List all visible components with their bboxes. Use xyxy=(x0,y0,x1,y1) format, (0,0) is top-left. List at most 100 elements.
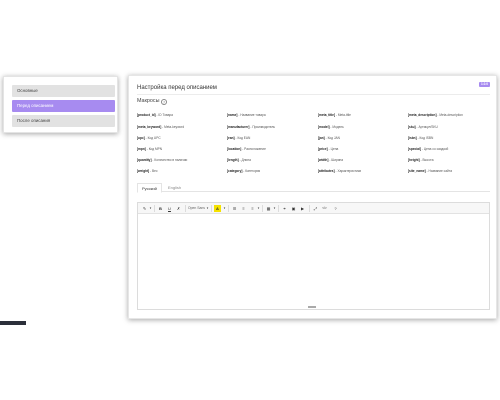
macro-code[interactable]: [site_name] xyxy=(408,169,426,173)
macro-code[interactable]: [special] xyxy=(408,147,421,151)
bold-button[interactable]: B xyxy=(157,205,164,212)
macro-item: [location] - Расположение xyxy=(227,146,266,153)
picture-icon[interactable]: ▣ xyxy=(290,205,297,212)
macro-code[interactable]: [upc] xyxy=(137,136,145,140)
macro-item: [name] - Название товара xyxy=(227,112,266,119)
info-icon[interactable]: ? xyxy=(161,98,167,105)
style-dropdown-caret-icon[interactable]: ▾ xyxy=(147,205,154,212)
macro-code[interactable]: [width] xyxy=(318,158,328,162)
macro-description: - Meta-description xyxy=(436,113,463,117)
macro-description: - Высота xyxy=(419,158,434,162)
macro-code[interactable]: [weight] xyxy=(137,169,149,173)
align-dropdown-caret-icon[interactable]: ▾ xyxy=(255,205,262,212)
panel-title: Настройка перед описанием xyxy=(137,85,217,91)
macro-description: - Категория xyxy=(242,169,261,173)
corner-marker xyxy=(0,321,26,325)
macro-code[interactable]: [price] xyxy=(318,147,328,151)
editor-toolbar: ✎ ▾ B U ✗ Open Sans ▾ A ▾ ☰ ≡ ≡ ▾ ▦ ▾ ⚭ … xyxy=(138,203,489,214)
underline-button[interactable]: U xyxy=(166,205,173,212)
macro-description: - Код UPC xyxy=(144,136,161,140)
nav-item-before-description[interactable]: Перед описанием xyxy=(12,100,115,112)
link-icon[interactable]: ⚭ xyxy=(281,205,288,212)
font-dropdown-caret-icon[interactable]: ▾ xyxy=(204,205,211,212)
macro-item: [meta_description] - Meta-description xyxy=(408,112,463,119)
macro-code[interactable]: [quantity] xyxy=(137,158,152,162)
video-icon[interactable]: ▶ xyxy=(299,205,306,212)
macro-row: [mpn] - Код MPN [location] - Расположение… xyxy=(137,146,492,153)
macro-code[interactable]: [meta_title] xyxy=(318,113,335,117)
macro-code[interactable]: [length] xyxy=(227,158,239,162)
macro-item: [upc] - Код UPC xyxy=(137,135,161,142)
macro-description: - Meta-title xyxy=(335,113,351,117)
table-dropdown-caret-icon[interactable]: ▾ xyxy=(271,205,278,212)
macro-code[interactable]: [model] xyxy=(318,125,330,129)
macro-item: [sku] - Артикул/SKU xyxy=(408,124,438,131)
macro-item: [meta_keyword] - Meta-keyword xyxy=(137,124,184,131)
macro-item: [isbn] - Код ISBN xyxy=(408,135,433,142)
unordered-list-icon[interactable]: ☰ xyxy=(231,205,238,212)
ordered-list-icon[interactable]: ≡ xyxy=(240,205,247,212)
macro-item: [length] - Длина xyxy=(227,157,251,164)
macro-code[interactable]: [height] xyxy=(408,158,420,162)
macro-item: [ean] - Код EAN xyxy=(227,135,250,142)
macro-description: - Код JAN xyxy=(324,136,340,140)
macro-item: [manufacturer] - Производитель xyxy=(227,124,275,131)
macro-item: [mpn] - Код MPN xyxy=(137,146,162,153)
clear-format-icon[interactable]: ✗ xyxy=(175,205,182,212)
editor-resize-handle[interactable] xyxy=(308,306,316,308)
description-editor[interactable]: ✎ ▾ B U ✗ Open Sans ▾ A ▾ ☰ ≡ ≡ ▾ ▦ ▾ ⚭ … xyxy=(137,202,490,310)
macro-description: - Код MPN xyxy=(145,147,163,151)
macro-item: [special] - Цена со скидкой xyxy=(408,146,448,153)
macro-code[interactable]: [location] xyxy=(227,147,241,151)
macro-description: - Цена xyxy=(327,147,339,151)
macro-item: [quantity] - Количество в наличии xyxy=(137,157,187,164)
macro-code[interactable]: [meta_description] xyxy=(408,113,437,117)
macro-item: [category] - Категория xyxy=(227,168,260,175)
color-dropdown-caret-icon[interactable]: ▾ xyxy=(221,205,228,212)
macro-item: [attributes] - Характеристики xyxy=(318,168,361,175)
macro-description: - Длина xyxy=(238,158,251,162)
help-icon[interactable]: ? xyxy=(332,205,339,212)
macro-description: - Характеристики xyxy=(334,169,362,173)
macro-code[interactable]: [jan] xyxy=(318,136,325,140)
macro-code[interactable]: [sku] xyxy=(408,125,416,129)
nav-item-after-description[interactable]: После описания xyxy=(12,115,115,127)
macro-code[interactable]: [name] xyxy=(227,113,237,117)
macro-row: [quantity] - Количество в наличии [length… xyxy=(137,157,492,164)
macro-code[interactable]: [category] xyxy=(227,169,242,173)
macro-code[interactable]: [attributes] xyxy=(318,169,335,173)
version-badge: 1.0.0 xyxy=(479,82,490,87)
macro-description: - Ширина xyxy=(328,158,344,162)
macro-item: [weight] - Вес xyxy=(137,168,158,175)
macro-row: [upc] - Код UPC [ean] - Код EAN [jan] - Ко… xyxy=(137,135,492,142)
macro-code[interactable]: [manufacturer] xyxy=(227,125,250,129)
settings-nav-panel: Основные Перед описанием После описания xyxy=(3,76,118,133)
text-color-icon[interactable]: A xyxy=(214,205,221,212)
title-divider xyxy=(137,94,490,95)
macro-item: [width] - Ширина xyxy=(318,157,343,164)
macros-heading: Макросы xyxy=(137,98,160,104)
code-view-icon[interactable]: </> xyxy=(321,205,328,212)
macro-description: - Количество в наличии xyxy=(151,158,188,162)
macro-description: - Название товара xyxy=(237,113,266,117)
font-family-select[interactable]: Open Sans xyxy=(188,205,205,212)
fullscreen-icon[interactable]: ⤢ xyxy=(312,205,319,212)
macro-description: - Расположение xyxy=(241,147,266,151)
macro-code[interactable]: [product_id] xyxy=(137,113,156,117)
macro-row: [weight] - Вес [category] - Категория [att… xyxy=(137,168,492,175)
macro-code[interactable]: [meta_keyword] xyxy=(137,125,161,129)
nav-item-main[interactable]: Основные xyxy=(12,85,115,97)
macro-item: [product_id] - ID Товара xyxy=(137,112,173,119)
macro-description: - Модель xyxy=(329,125,344,129)
tab-english[interactable]: English xyxy=(164,183,185,192)
macro-row: [product_id] - ID Товара [name] - Названи… xyxy=(137,112,492,119)
tab-russian[interactable]: Русский xyxy=(137,183,162,193)
macro-item: [site_name] - Название сайта xyxy=(408,168,452,175)
macro-description: - Производитель xyxy=(249,125,276,129)
macro-description: - Meta-keyword xyxy=(161,125,185,129)
macro-item: [jan] - Код JAN xyxy=(318,135,340,142)
macro-code[interactable]: [mpn] xyxy=(137,147,146,151)
macro-code[interactable]: [isbn] xyxy=(408,136,417,140)
macro-description: - Код ISBN xyxy=(416,136,434,140)
macro-code[interactable]: [ean] xyxy=(227,136,235,140)
